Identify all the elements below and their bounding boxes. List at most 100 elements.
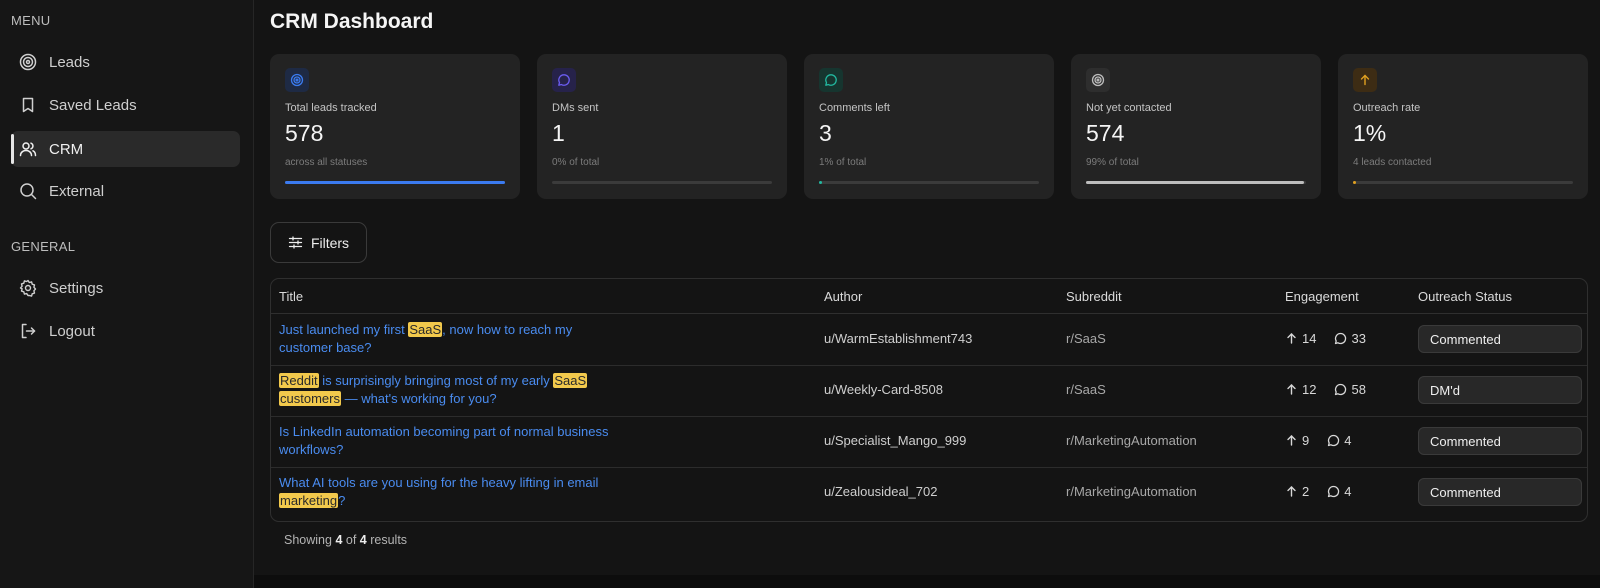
title-text: , now how to reach my xyxy=(442,322,573,337)
lead-title-line: customers — what's working for you? xyxy=(279,390,639,408)
stat-progress-fill xyxy=(819,181,822,184)
sidebar-item-label: CRM xyxy=(49,140,84,158)
keyword-highlight: Reddit xyxy=(279,373,319,388)
results-prefix: Showing xyxy=(284,533,332,547)
lead-title-line: Reddit is surprisingly bringing most of … xyxy=(279,372,639,390)
table-row: What AI tools are you using for the heav… xyxy=(271,467,1587,519)
upvote-count: 2 xyxy=(1302,484,1310,499)
column-header-engagement: Engagement xyxy=(1285,289,1359,304)
lead-subreddit: r/SaaS xyxy=(1066,382,1106,397)
sidebar-item-saved-leads[interactable]: Saved Leads xyxy=(11,87,240,123)
stat-label: Comments left xyxy=(819,102,890,114)
sidebar-item-label: Logout xyxy=(49,322,95,340)
table-header: Title Author Subreddit Engagement Outrea… xyxy=(271,279,1587,314)
stat-value: 3 xyxy=(819,120,832,146)
sidebar-item-settings[interactable]: Settings xyxy=(11,270,240,306)
lead-subreddit: r/MarketingAutomation xyxy=(1066,484,1197,499)
title-text: What AI tools are you using for the heav… xyxy=(279,475,599,490)
stat-progress-fill xyxy=(1086,181,1304,184)
table-row: Just launched my first SaaS, now how to … xyxy=(271,314,1587,366)
stat-progress-bar xyxy=(819,181,1039,184)
sidebar-item-label: Settings xyxy=(49,279,104,297)
keyword-highlight: marketing xyxy=(279,493,339,508)
results-suffix: results xyxy=(370,533,408,547)
comment-icon xyxy=(1334,383,1347,396)
keyword-highlight: SaaS xyxy=(553,373,588,388)
sidebar-item-external[interactable]: External xyxy=(11,173,240,209)
lead-title-link[interactable]: Is LinkedIn automation becoming part of … xyxy=(279,423,639,459)
target-icon xyxy=(285,68,309,92)
lead-title-link[interactable]: What AI tools are you using for the heav… xyxy=(279,474,639,510)
lead-title-link[interactable]: Reddit is surprisingly bringing most of … xyxy=(279,372,639,408)
outreach-status-select[interactable]: Commented xyxy=(1418,325,1582,353)
lead-title-line: Is LinkedIn automation becoming part of … xyxy=(279,423,639,441)
target-icon xyxy=(19,53,37,71)
sidebar-item-crm[interactable]: CRM xyxy=(11,131,240,167)
stat-subtext: across all statuses xyxy=(285,157,368,168)
logout-icon xyxy=(19,322,37,340)
stat-progress-fill xyxy=(1353,181,1356,184)
lead-title-line: Just launched my first SaaS, now how to … xyxy=(279,321,639,339)
menu-section-label: MENU xyxy=(11,13,51,28)
outreach-status-value: Commented xyxy=(1430,484,1501,500)
lead-title-line: marketing? xyxy=(279,492,639,510)
lead-title-line: customer base? xyxy=(279,339,639,357)
upvote-icon xyxy=(1285,332,1298,345)
outreach-status-select[interactable]: Commented xyxy=(1418,427,1582,455)
sidebar-item-label: Saved Leads xyxy=(49,96,137,114)
stat-subtext: 4 leads contacted xyxy=(1353,157,1432,168)
title-text: customer base? xyxy=(279,340,372,355)
stat-subtext: 0% of total xyxy=(552,157,600,168)
lead-title-link[interactable]: Just launched my first SaaS, now how to … xyxy=(279,321,639,357)
stat-label: DMs sent xyxy=(552,102,599,114)
stat-card-dms-sent: DMs sent 1 0% of total xyxy=(537,54,787,199)
upvote-icon xyxy=(1285,485,1298,498)
outreach-status-select[interactable]: DM'd xyxy=(1418,376,1582,404)
sidebar-item-label: Leads xyxy=(49,53,90,71)
arrow-up-icon xyxy=(1353,68,1377,92)
users-icon xyxy=(19,140,37,158)
stat-card-total-leads: Total leads tracked 578 across all statu… xyxy=(270,54,520,199)
stat-progress-bar xyxy=(285,181,505,184)
column-header-outreach-status: Outreach Status xyxy=(1418,289,1512,304)
outreach-status-select[interactable]: Commented xyxy=(1418,478,1582,506)
lead-subreddit: r/MarketingAutomation xyxy=(1066,433,1197,448)
sidebar-item-logout[interactable]: Logout xyxy=(11,313,240,349)
stat-value: 574 xyxy=(1086,120,1125,146)
comment-icon xyxy=(1334,332,1347,345)
stat-progress-bar xyxy=(1353,181,1573,184)
results-total: 4 xyxy=(359,533,367,547)
sidebar-item-leads[interactable]: Leads xyxy=(11,44,240,80)
stat-subtext: 1% of total xyxy=(819,157,867,168)
keyword-highlight: SaaS xyxy=(408,322,443,337)
page-title: CRM Dashboard xyxy=(270,10,434,33)
stat-progress-fill xyxy=(285,181,505,184)
stat-label: Not yet contacted xyxy=(1086,102,1172,114)
column-header-author: Author xyxy=(824,289,863,304)
keyword-highlight: customers xyxy=(279,391,341,406)
lead-author: u/WarmEstablishment743 xyxy=(824,331,973,346)
stat-value: 1% xyxy=(1353,120,1387,146)
lead-author: u/Zealousideal_702 xyxy=(824,484,938,499)
message-icon xyxy=(552,68,576,92)
stat-value: 578 xyxy=(285,120,324,146)
upvote-count: 12 xyxy=(1302,382,1317,397)
table-row: Reddit is surprisingly bringing most of … xyxy=(271,365,1587,417)
bottom-strip xyxy=(254,575,1600,588)
results-of: of xyxy=(345,533,357,547)
title-text: ? xyxy=(338,493,346,508)
table-row: Is LinkedIn automation becoming part of … xyxy=(271,416,1587,468)
stat-progress-bar xyxy=(1086,181,1306,184)
comment-icon xyxy=(819,68,843,92)
outreach-status-value: Commented xyxy=(1430,433,1501,449)
lead-title-line: workflows? xyxy=(279,441,639,459)
lead-title-line: What AI tools are you using for the heav… xyxy=(279,474,639,492)
comment-icon xyxy=(1327,434,1340,447)
title-text: workflows? xyxy=(279,442,344,457)
comment-count: 33 xyxy=(1351,331,1366,346)
bookmark-icon xyxy=(19,96,37,114)
gear-icon xyxy=(19,279,37,297)
lead-engagement: 12 58 xyxy=(1285,382,1366,397)
title-text: Is LinkedIn automation becoming part of … xyxy=(279,424,609,439)
filters-button[interactable]: Filters xyxy=(270,222,367,263)
